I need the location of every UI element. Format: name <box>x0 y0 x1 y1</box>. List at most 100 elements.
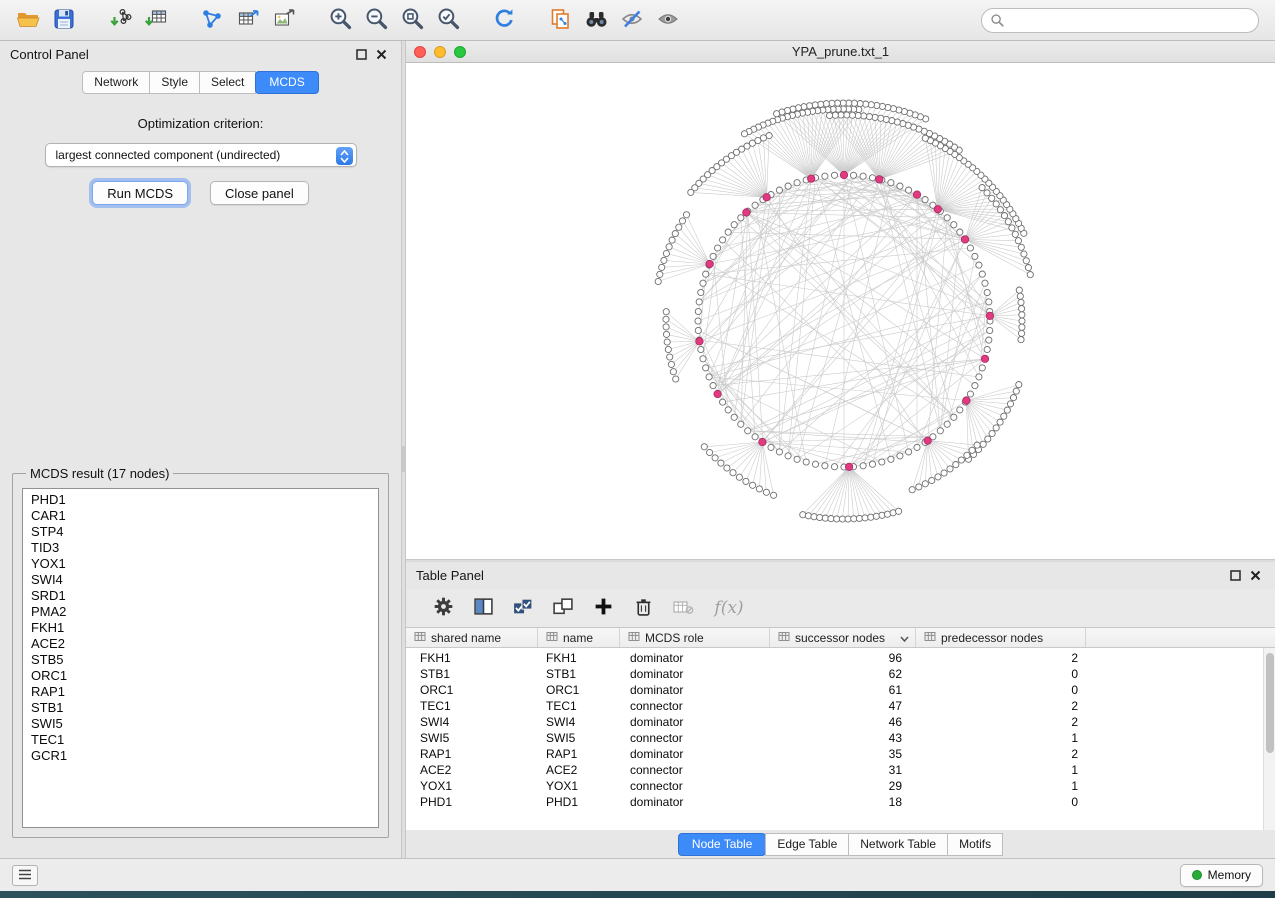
mcds-result-item[interactable]: SWI5 <box>31 716 378 732</box>
copy-network-button[interactable] <box>542 4 578 36</box>
table-row[interactable]: PHD1PHD1dominator180 <box>406 794 1275 810</box>
mcds-result-item[interactable]: TID3 <box>31 540 378 556</box>
zoom-in-icon <box>328 6 353 34</box>
table-row[interactable]: STB1STB1dominator620 <box>406 666 1275 682</box>
status-menu-button[interactable] <box>12 865 38 886</box>
float-table-panel-button[interactable] <box>1225 567 1245 585</box>
table-cell: 47 <box>770 699 916 713</box>
table-scrollbar[interactable] <box>1263 648 1275 830</box>
mcds-result-item[interactable]: ACE2 <box>31 636 378 652</box>
mcds-result-item[interactable]: STP4 <box>31 524 378 540</box>
refresh-view-button[interactable] <box>486 4 522 36</box>
column-header-mcds-role[interactable]: MCDS role <box>620 628 770 647</box>
table-row[interactable]: SWI4SWI4dominator462 <box>406 714 1275 730</box>
mcds-result-item[interactable]: PMA2 <box>31 604 378 620</box>
table-row[interactable]: ORC1ORC1dominator610 <box>406 682 1275 698</box>
deselect-all-rows-button[interactable] <box>548 593 578 623</box>
tab-network[interactable]: Network <box>82 71 150 94</box>
save-session-button[interactable] <box>46 4 82 36</box>
export-table-button[interactable] <box>230 4 266 36</box>
table-settings-button[interactable] <box>428 593 458 623</box>
mcds-result-item[interactable]: STB1 <box>31 700 378 716</box>
open-file-button[interactable] <box>10 4 46 36</box>
tab-edge-table[interactable]: Edge Table <box>765 833 849 856</box>
delete-column-button[interactable] <box>628 593 658 623</box>
table-row[interactable]: YOX1YOX1connector291 <box>406 778 1275 794</box>
column-header-name[interactable]: name <box>538 628 620 647</box>
export-image-button[interactable] <box>266 4 302 36</box>
close-table-panel-button[interactable] <box>1245 567 1265 585</box>
memory-button[interactable]: Memory <box>1180 864 1263 887</box>
clear-table-button <box>668 593 698 623</box>
column-header-predecessor-nodes[interactable]: predecessor nodes <box>916 628 1086 647</box>
zoom-in-button[interactable] <box>322 4 358 36</box>
maximize-window-icon[interactable] <box>454 46 466 58</box>
refresh-icon <box>492 6 517 34</box>
minimize-window-icon[interactable] <box>434 46 446 58</box>
zoom-fit-button[interactable] <box>394 4 430 36</box>
table-cell: dominator <box>620 667 770 681</box>
mcds-result-item[interactable]: ORC1 <box>31 668 378 684</box>
search-input[interactable] <box>981 8 1259 33</box>
fx-icon: f(x) <box>714 598 743 618</box>
mcds-result-item[interactable]: SRD1 <box>31 588 378 604</box>
zoom-out-button[interactable] <box>358 4 394 36</box>
tab-style[interactable]: Style <box>149 71 200 94</box>
tab-node-table[interactable]: Node Table <box>678 833 767 856</box>
mcds-result-item[interactable]: STB5 <box>31 652 378 668</box>
column-header-successor-nodes[interactable]: successor nodes <box>770 628 916 647</box>
close-window-icon[interactable] <box>414 46 426 58</box>
mcds-result-list[interactable]: PHD1CAR1STP4TID3YOX1SWI4SRD1PMA2FKH1ACE2… <box>22 488 379 828</box>
table-row[interactable]: SWI5SWI5connector431 <box>406 730 1275 746</box>
table-row[interactable]: FKH1FKH1dominator962 <box>406 650 1275 666</box>
mcds-result-item[interactable]: PHD1 <box>31 492 378 508</box>
binoculars-icon <box>583 7 610 34</box>
table-cell: PHD1 <box>406 795 538 809</box>
table-cell: 18 <box>770 795 916 809</box>
table-cell: 43 <box>770 731 916 745</box>
mcds-result-item[interactable]: YOX1 <box>31 556 378 572</box>
criterion-select[interactable]: largest connected component (undirected) <box>45 143 357 167</box>
tab-motifs[interactable]: Motifs <box>947 833 1003 856</box>
network-canvas[interactable] <box>406 63 1275 559</box>
table-cell: ACE2 <box>406 763 538 777</box>
mcds-result-item[interactable]: FKH1 <box>31 620 378 636</box>
eye-icon <box>655 7 681 34</box>
unchecked-boxes-icon <box>552 596 574 620</box>
splitter-grip <box>402 446 405 472</box>
import-table-icon <box>144 7 169 34</box>
trash-icon <box>633 596 654 620</box>
search-network-button[interactable] <box>578 4 614 36</box>
tab-mcds[interactable]: MCDS <box>255 71 318 94</box>
mcds-result-item[interactable]: TEC1 <box>31 732 378 748</box>
zoom-selected-button[interactable] <box>430 4 466 36</box>
add-column-button[interactable] <box>588 593 618 623</box>
table-cell: YOX1 <box>538 779 620 793</box>
table-row[interactable]: ACE2ACE2connector311 <box>406 762 1275 778</box>
mcds-result-item[interactable]: RAP1 <box>31 684 378 700</box>
network-view-titlebar[interactable]: YPA_prune.txt_1 <box>406 41 1275 63</box>
column-header-shared-name[interactable]: shared name <box>406 628 538 647</box>
table-cell: dominator <box>620 715 770 729</box>
close-panel-action-button[interactable]: Close panel <box>210 181 309 205</box>
table-row[interactable]: TEC1TEC1connector472 <box>406 698 1275 714</box>
new-network-button[interactable] <box>194 4 230 36</box>
mcds-result-item[interactable]: GCR1 <box>31 748 378 764</box>
table-row[interactable]: RAP1RAP1dominator352 <box>406 746 1275 762</box>
import-network-button[interactable] <box>102 4 138 36</box>
mcds-result-item[interactable]: CAR1 <box>31 508 378 524</box>
import-table-button[interactable] <box>138 4 174 36</box>
select-all-rows-button[interactable] <box>508 593 538 623</box>
float-panel-button[interactable] <box>351 46 371 64</box>
tab-select[interactable]: Select <box>199 71 256 94</box>
run-mcds-button[interactable]: Run MCDS <box>92 181 188 205</box>
hide-graphics-details-button[interactable] <box>614 4 650 36</box>
show-graphics-details-button[interactable] <box>650 4 686 36</box>
scrollbar-thumb[interactable] <box>1266 653 1274 753</box>
select-stepper-icon <box>336 147 353 165</box>
show-columns-button[interactable] <box>468 593 498 623</box>
mcds-result-item[interactable]: SWI4 <box>31 572 378 588</box>
table-cell: RAP1 <box>406 747 538 761</box>
tab-network-table[interactable]: Network Table <box>848 833 948 856</box>
close-panel-button[interactable] <box>371 46 391 64</box>
